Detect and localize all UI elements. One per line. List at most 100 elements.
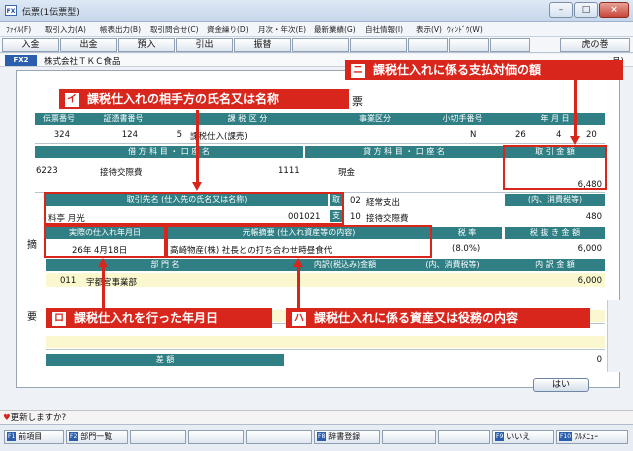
blank-key-5[interactable] — [438, 430, 490, 444]
f8-label: 辞書登録 — [328, 432, 361, 441]
minimize-button[interactable]: – — [549, 2, 573, 18]
dept-name-header: 部 門 名 — [150, 260, 180, 269]
f9-key: F9 — [495, 432, 505, 441]
tax-rate: (8.0%) — [452, 244, 481, 254]
maximize-button[interactable]: □ — [574, 2, 598, 18]
f2-dept-list-button[interactable]: F2 部門一覧 — [66, 430, 128, 444]
menu-gyoseki[interactable]: 最新業績(G) — [314, 24, 356, 35]
credit-code[interactable]: 1111 — [278, 166, 300, 176]
f9-label: いいえ — [506, 432, 531, 441]
acct-code-2: 10 — [350, 212, 361, 222]
ok-button[interactable]: はい — [533, 378, 589, 392]
date-day[interactable]: 20 — [586, 130, 597, 140]
zeikubun-header: 課 税 区 分 — [227, 114, 268, 123]
date-header: 年 月 日 — [540, 114, 570, 123]
hikidashi-button[interactable]: 引出 — [176, 38, 233, 52]
azukeire-button[interactable]: 預入 — [118, 38, 175, 52]
arrow-ni — [574, 80, 577, 138]
notax-amount: 6,000 — [577, 244, 602, 254]
acct-code-1: 02 — [350, 196, 361, 206]
menu-window[interactable]: ｳｨﾝﾄﾞｳ(W) — [447, 24, 483, 35]
shohyo-no-header: 証憑書番号 — [103, 114, 144, 123]
dept-row[interactable] — [46, 336, 605, 348]
function-bar: 入金 出金 預入 引出 振替 虎の巻 — [0, 37, 633, 53]
arrow-i-head — [192, 182, 202, 191]
menu-jisha[interactable]: 自社情報(I) — [365, 24, 403, 35]
arrow-ro-head — [98, 258, 108, 267]
blank-fn-button-3[interactable] — [408, 38, 448, 52]
f9-no-button[interactable]: F9 いいえ — [492, 430, 554, 444]
app-icon: FX — [5, 5, 17, 16]
rate-header: 税 率 — [432, 227, 502, 239]
annotation-text-i: 課税仕入れの相手方の氏名又は名称 — [87, 92, 280, 106]
menu-view[interactable]: 表示(V) — [416, 24, 442, 35]
arrow-ha-head — [293, 258, 303, 267]
annotation-label-ro: ロ課税仕入れを行った年月日 — [46, 308, 272, 328]
annotation-badge-i: イ — [65, 93, 79, 107]
status-line: ♥更新しますか? — [0, 410, 633, 424]
heart-icon: ♥ — [3, 413, 11, 423]
menu-getsuji[interactable]: 月次・年次(E) — [258, 24, 306, 35]
annotation-text-ha: 課税仕入れに係る資産又は役務の内容 — [314, 311, 519, 325]
side-label-teki: 摘 — [27, 240, 37, 251]
blank-fn-button-5[interactable] — [490, 38, 530, 52]
total-label: 差 額 — [46, 354, 284, 366]
tax-header: (内、消費税等) — [505, 194, 605, 206]
shukkin-button[interactable]: 出金 — [60, 38, 117, 52]
annotation-badge-ha: ハ — [292, 312, 306, 326]
debit-code[interactable]: 6223 — [36, 166, 58, 176]
furikae-button[interactable]: 振替 — [234, 38, 291, 52]
arrow-ro — [102, 266, 105, 308]
date-month[interactable]: 4 — [556, 130, 561, 140]
notax-header: 税 抜 き 金 額 — [505, 227, 605, 239]
arrow-ni-head — [570, 136, 580, 145]
credit-name: 現金 — [338, 168, 356, 178]
blank-fn-button-1[interactable] — [292, 38, 349, 52]
close-button[interactable]: × — [599, 2, 629, 18]
menu-file[interactable]: ﾌｧｲﾙ(F) — [6, 24, 31, 35]
voucher-title: 票 — [352, 95, 363, 108]
f1-key: F1 — [7, 432, 17, 441]
denpyo-no[interactable]: 324 — [40, 130, 70, 140]
denpyo-no-header: 伝票番号 — [43, 114, 75, 123]
blank-fn-button-4[interactable] — [449, 38, 489, 52]
blank-key-2[interactable] — [188, 430, 244, 444]
menu-bar: ﾌｧｲﾙ(F) 取引入力(A) 帳表出力(B) 取引問合せ(C) 資金繰り(D)… — [0, 22, 633, 37]
nyukin-button[interactable]: 入金 — [2, 38, 59, 52]
menu-shikinguri[interactable]: 資金繰り(D) — [207, 24, 249, 35]
f2-label: 部門一覧 — [80, 432, 113, 441]
dept-breakdown-header: 内 訳 金 額 — [535, 260, 575, 269]
blank-key-1[interactable] — [130, 430, 186, 444]
f1-label: 前項目 — [18, 432, 43, 441]
kogitte-header: 小切手番号 — [442, 114, 483, 123]
arrow-ha — [297, 266, 300, 308]
arrow-i — [196, 110, 199, 184]
annotation-box-ha — [166, 225, 432, 258]
menu-toiawase[interactable]: 取引問合せ(C) — [150, 24, 199, 35]
menu-torihiki[interactable]: 取引入力(A) — [45, 24, 86, 35]
date-year[interactable]: 26 — [515, 130, 526, 140]
blank-key-3[interactable] — [246, 430, 312, 444]
toranomaki-button[interactable]: 虎の巻 — [560, 38, 630, 52]
debit-header: 借 方 科 目 ・ 口 座 名 — [35, 146, 303, 158]
shohyo-no[interactable]: 124 — [110, 130, 138, 140]
menu-chohyo[interactable]: 帳表出力(B) — [100, 24, 141, 35]
blank-fn-button-2[interactable] — [350, 38, 407, 52]
f10-full-menu-button[interactable]: F10 ﾌﾙﾒﾆｭｰ — [556, 430, 628, 444]
annotation-badge-ni: ニ — [351, 64, 365, 78]
side-label-yo: 要 — [27, 312, 37, 323]
f1-prev-item-button[interactable]: F1 前項目 — [4, 430, 64, 444]
annotation-box-ro — [44, 225, 166, 258]
annotation-text-ni: 課税仕入れに係る支払対価の額 — [373, 63, 542, 77]
kogitte-no[interactable]: N — [470, 130, 476, 140]
company-name: 株式会社ＴＫＣ食品 — [44, 57, 121, 67]
window-title: 伝票(1伝票型) — [22, 8, 80, 18]
vertical-scrollbar[interactable] — [607, 300, 620, 372]
annotation-label-ha: ハ課税仕入れに係る資産又は役務の内容 — [286, 308, 590, 328]
blank-key-4[interactable] — [382, 430, 436, 444]
f8-dictionary-button[interactable]: F8 辞書登録 — [314, 430, 380, 444]
zeikubun-code[interactable]: 5 — [170, 130, 182, 140]
tax-value: 480 — [585, 212, 602, 222]
annotation-label-i: イ課税仕入れの相手方の氏名又は名称 — [59, 89, 349, 109]
total-value: 0 — [596, 355, 602, 365]
